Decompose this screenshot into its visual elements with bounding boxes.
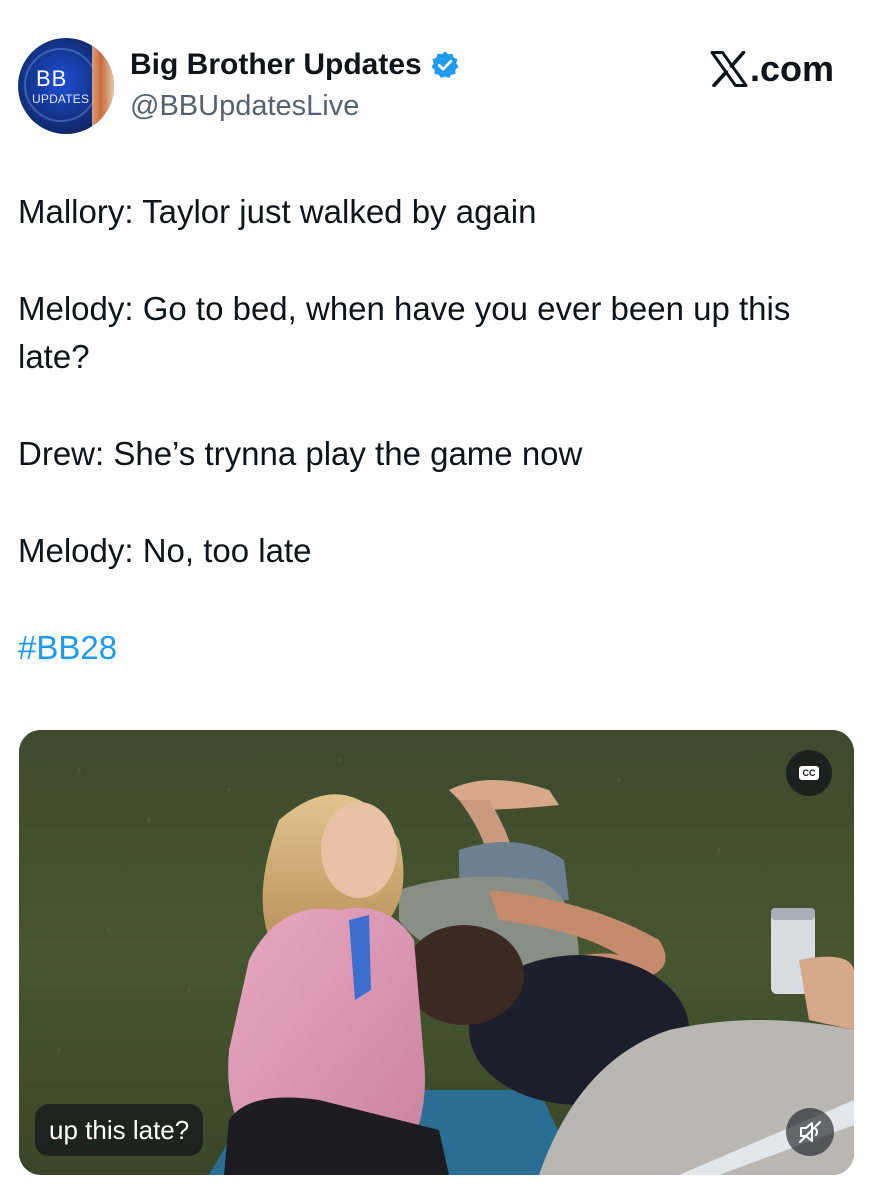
hashtag-paragraph: #BB28 [18, 624, 854, 672]
name-row: Big Brother Updates [130, 48, 460, 82]
avatar[interactable]: BB UPDATES [18, 38, 114, 134]
x-brand-link[interactable]: .com [710, 48, 834, 90]
hashtag-link[interactable]: #BB28 [18, 629, 117, 666]
tweet-header: BB UPDATES Big Brother Updates @BBUpdate… [18, 38, 854, 138]
avatar-subtext: UPDATES [32, 92, 90, 106]
video-caption: up this late? [35, 1104, 204, 1156]
tweet-paragraph: Melody: Go to bed, when have you ever be… [18, 290, 791, 375]
display-name[interactable]: Big Brother Updates [130, 48, 422, 82]
speaker-muted-icon [799, 1121, 821, 1143]
brand-label: .com [749, 48, 834, 89]
mute-button[interactable] [786, 1108, 834, 1156]
avatar-stripe [92, 38, 114, 134]
avatar-text: BB [36, 66, 68, 91]
tweet-paragraph: Drew: She’s trynna play the game now [18, 435, 583, 472]
tweet-paragraph: Mallory: Taylor just walked by again [18, 193, 537, 230]
tweet-paragraph: Melody: No, too late [18, 532, 312, 569]
closed-captions-icon: CC [799, 766, 819, 780]
closed-captions-button[interactable]: CC [786, 750, 832, 796]
verified-badge-icon [430, 50, 460, 80]
video-player[interactable]: CC up this late? [19, 730, 854, 1175]
user-handle[interactable]: @BBUpdatesLive [130, 90, 359, 123]
x-logo-icon [710, 51, 748, 87]
tweet-text: Mallory: Taylor just walked by again Mel… [18, 188, 854, 721]
